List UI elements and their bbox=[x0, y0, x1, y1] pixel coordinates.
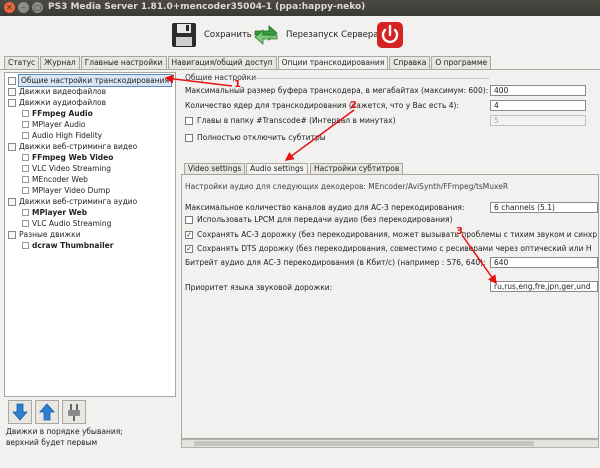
close-window-icon[interactable]: ✕ bbox=[4, 2, 15, 13]
subtab-audio-settings[interactable]: Audio settings bbox=[246, 163, 308, 174]
chapters-interval-input[interactable]: 5 bbox=[490, 115, 586, 126]
tree-node-icon bbox=[8, 98, 16, 107]
plug-icon bbox=[68, 404, 80, 421]
keep-ac3-checkbox[interactable]: ✓ bbox=[185, 230, 193, 239]
audio-settings-title: Настройки аудио для следующих декодеров:… bbox=[185, 182, 509, 191]
keep-dts-row[interactable]: ✓ Сохранять DTS дорожку (без перекодиров… bbox=[185, 244, 592, 253]
max-channels-label: Максимальное количество каналов аудио дл… bbox=[185, 203, 465, 212]
tree-item-video-engines[interactable]: Движки видеофайлов bbox=[8, 86, 106, 97]
audio-settings-box bbox=[181, 174, 599, 439]
general-settings-title: Общие настройки bbox=[185, 73, 257, 82]
disable-subtitles-checkbox[interactable] bbox=[185, 133, 193, 142]
chapters-checkbox[interactable] bbox=[185, 116, 193, 125]
keep-dts-checkbox[interactable]: ✓ bbox=[185, 244, 193, 253]
title-bar: ✕ – ▢ PS3 Media Server 1.81.0+mencoder35… bbox=[0, 0, 600, 16]
tree-item-mencoder-web[interactable]: MEncoder Web bbox=[22, 174, 88, 185]
arrow-down-icon bbox=[12, 403, 28, 421]
tab-log[interactable]: Журнал bbox=[40, 56, 80, 69]
main-tabs: Статус Журнал Главные настройки Навигаци… bbox=[4, 56, 492, 70]
tab-about[interactable]: О программе bbox=[431, 56, 492, 69]
tree-item-mplayer-video-dump[interactable]: MPlayer Video Dump bbox=[22, 185, 110, 196]
move-down-button[interactable] bbox=[8, 400, 32, 424]
tree-item-vlc-video-streaming[interactable]: VLC Video Streaming bbox=[22, 163, 111, 174]
tree-item-web-video-engines[interactable]: Движки веб-стриминга видео bbox=[8, 141, 137, 152]
maximize-window-icon[interactable]: ▢ bbox=[32, 2, 43, 13]
tab-help[interactable]: Справка bbox=[389, 56, 431, 69]
engine-checkbox[interactable] bbox=[22, 165, 29, 172]
tree-item-mplayer-web[interactable]: MPlayer Web bbox=[22, 207, 87, 218]
disable-subtitles-row[interactable]: Полностью отключить субтитры bbox=[185, 133, 326, 142]
section-separator bbox=[253, 78, 489, 79]
restart-server-button[interactable]: Перезапуск Сервера bbox=[252, 19, 378, 51]
engine-checkbox[interactable] bbox=[22, 242, 29, 249]
minimize-window-icon[interactable]: – bbox=[18, 2, 29, 13]
lpcm-checkbox[interactable] bbox=[185, 215, 193, 224]
power-icon bbox=[376, 21, 404, 49]
arrow-up-icon bbox=[39, 403, 55, 421]
horizontal-scrollbar[interactable] bbox=[181, 439, 599, 448]
tree-item-dcraw-thumbnailer[interactable]: dcraw Thumbnailer bbox=[22, 240, 113, 251]
max-channels-value: 6 channels (5.1) bbox=[494, 203, 555, 212]
annotation-number-1: 1 bbox=[234, 79, 241, 90]
max-channels-select[interactable]: 6 channels (5.1) bbox=[490, 202, 598, 213]
engine-tree[interactable]: Общие настройки транскодирования Движки … bbox=[4, 72, 176, 397]
scrollbar-thumb[interactable] bbox=[194, 441, 534, 446]
move-up-button[interactable] bbox=[35, 400, 59, 424]
ac3-bitrate-label: Битрейт аудио для AC-3 перекодирования (… bbox=[185, 258, 486, 267]
engine-order-hint-2: верхний будет первым bbox=[6, 438, 98, 447]
tree-node-icon bbox=[8, 142, 16, 151]
tree-node-icon bbox=[8, 230, 16, 239]
tree-item-audio-high-fidelity[interactable]: Audio High Fidelity bbox=[22, 130, 102, 141]
tree-node-icon bbox=[8, 197, 16, 206]
save-label: Сохранить bbox=[204, 30, 252, 40]
tree-item-audio-engines[interactable]: Движки аудиофайлов bbox=[8, 97, 106, 108]
toggle-engine-button[interactable] bbox=[62, 400, 86, 424]
audio-language-input[interactable]: ru,rus,eng,fre,jpn,ger,und bbox=[490, 281, 598, 292]
tree-node-icon bbox=[8, 87, 16, 96]
tab-status[interactable]: Статус bbox=[4, 56, 40, 69]
lpcm-row[interactable]: Использовать LPCM для передачи аудио (бе… bbox=[185, 215, 453, 224]
engine-checkbox[interactable] bbox=[22, 132, 29, 139]
ac3-bitrate-input[interactable]: 640 bbox=[490, 257, 598, 268]
tree-item-mplayer-audio[interactable]: MPlayer Audio bbox=[22, 119, 86, 130]
tree-item-ffmpeg-audio[interactable]: FFmpeg Audio bbox=[22, 108, 93, 119]
save-button[interactable]: Сохранить bbox=[170, 19, 252, 51]
buffer-size-label: Максимальный размер буфера транскодера, … bbox=[185, 86, 489, 95]
tree-item-web-audio-engines[interactable]: Движки веб-стриминга аудио bbox=[8, 196, 137, 207]
power-off-button[interactable] bbox=[376, 19, 410, 51]
engine-checkbox[interactable] bbox=[22, 187, 29, 194]
engine-checkbox[interactable] bbox=[22, 176, 29, 183]
tree-item-misc-engines[interactable]: Разные движки bbox=[8, 229, 81, 240]
engine-checkbox[interactable] bbox=[22, 209, 29, 216]
tab-transcoding-options[interactable]: Опции транскодирования bbox=[277, 56, 389, 70]
engine-order-hint: Движки в порядке убывания; bbox=[6, 427, 123, 436]
annotation-number-2: 2 bbox=[350, 100, 357, 111]
restart-server-label: Перезапуск Сервера bbox=[286, 30, 379, 40]
buffer-size-input[interactable]: 400 bbox=[490, 85, 586, 96]
restart-arrows-icon bbox=[252, 21, 280, 49]
tree-item-general-transcoding[interactable]: Общие настройки транскодирования bbox=[8, 74, 173, 87]
tab-general-settings[interactable]: Главные настройки bbox=[80, 56, 167, 69]
tab-navigation-share[interactable]: Навигация/общий доступ bbox=[167, 56, 277, 69]
tree-item-ffmpeg-web-video[interactable]: FFmpeg Web Video bbox=[22, 152, 113, 163]
subtab-video-settings[interactable]: Video settings bbox=[184, 163, 246, 174]
engine-checkbox[interactable] bbox=[22, 110, 29, 117]
engine-order-buttons bbox=[8, 400, 89, 424]
annotation-number-3: 3 bbox=[456, 226, 463, 237]
floppy-disk-icon bbox=[170, 21, 198, 49]
subtab-subtitle-settings[interactable]: Настройки субтитров bbox=[310, 163, 404, 174]
cores-input[interactable]: 4 bbox=[490, 100, 586, 111]
tree-node-icon bbox=[8, 76, 16, 85]
chapters-checkbox-row[interactable]: Главы в папку #Transcode# (Интервал в ми… bbox=[185, 116, 396, 125]
audio-language-label: Приоритет языка звуковой дорожки: bbox=[185, 283, 333, 292]
engine-checkbox[interactable] bbox=[22, 220, 29, 227]
transcoding-settings-panel: Общие настройки Максимальный размер буфе… bbox=[179, 70, 600, 455]
toolbar: Сохранить Перезапуск Сервера bbox=[0, 16, 600, 54]
engine-checkbox[interactable] bbox=[22, 154, 29, 161]
engine-checkbox[interactable] bbox=[22, 121, 29, 128]
window-title: PS3 Media Server 1.81.0+mencoder35004-1 … bbox=[48, 2, 366, 12]
tree-item-vlc-audio-streaming[interactable]: VLC Audio Streaming bbox=[22, 218, 111, 229]
cores-label: Количество ядер для транскодирования (ка… bbox=[185, 101, 459, 110]
keep-ac3-row[interactable]: ✓ Сохранять AC-3 дорожку (без перекодиро… bbox=[185, 230, 597, 239]
